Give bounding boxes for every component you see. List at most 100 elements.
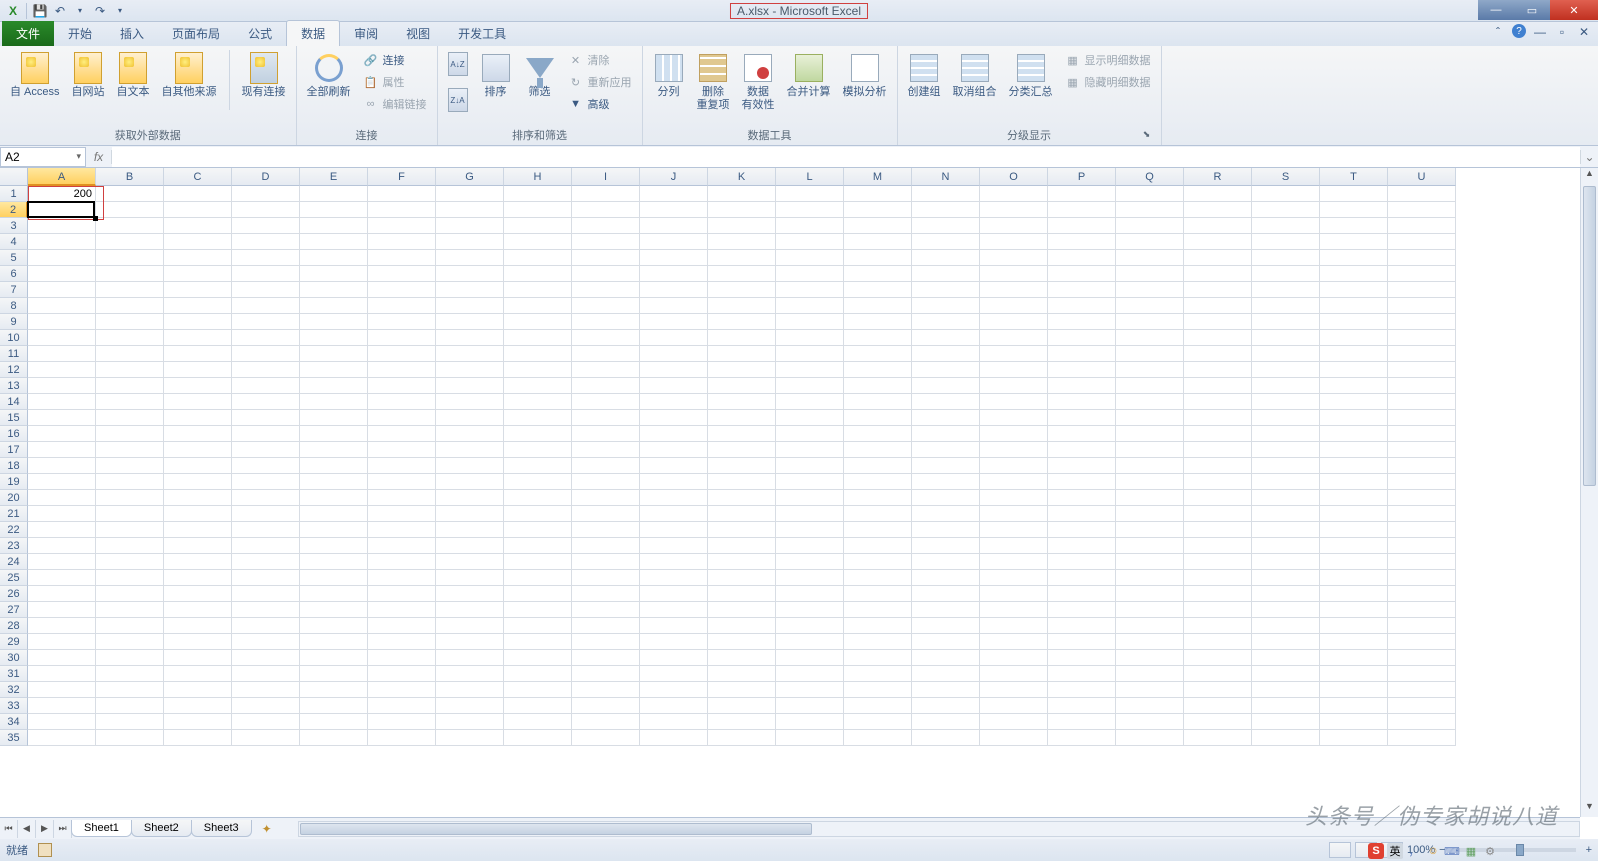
- ime-punct-icon[interactable]: ，: [1406, 843, 1422, 859]
- cell-H17[interactable]: [504, 442, 572, 458]
- cell-T16[interactable]: [1320, 426, 1388, 442]
- cell-E12[interactable]: [300, 362, 368, 378]
- macro-record-icon[interactable]: [38, 843, 52, 857]
- cell-G20[interactable]: [436, 490, 504, 506]
- cell-A9[interactable]: [28, 314, 96, 330]
- cell-Q27[interactable]: [1116, 602, 1184, 618]
- cell-K1[interactable]: [708, 186, 776, 202]
- cell-D6[interactable]: [232, 266, 300, 282]
- cell-S8[interactable]: [1252, 298, 1320, 314]
- cell-Q11[interactable]: [1116, 346, 1184, 362]
- cell-F17[interactable]: [368, 442, 436, 458]
- cell-S12[interactable]: [1252, 362, 1320, 378]
- cell-P18[interactable]: [1048, 458, 1116, 474]
- sort-za-button[interactable]: Z↓A: [444, 86, 472, 114]
- cell-Q23[interactable]: [1116, 538, 1184, 554]
- cell-L9[interactable]: [776, 314, 844, 330]
- cell-R18[interactable]: [1184, 458, 1252, 474]
- cell-J2[interactable]: [640, 202, 708, 218]
- cell-H31[interactable]: [504, 666, 572, 682]
- cell-C15[interactable]: [164, 410, 232, 426]
- cell-Q15[interactable]: [1116, 410, 1184, 426]
- cell-L27[interactable]: [776, 602, 844, 618]
- cell-K3[interactable]: [708, 218, 776, 234]
- cell-J15[interactable]: [640, 410, 708, 426]
- row-header-23[interactable]: 23: [0, 538, 28, 554]
- cell-U4[interactable]: [1388, 234, 1456, 250]
- cell-C35[interactable]: [164, 730, 232, 746]
- cell-F30[interactable]: [368, 650, 436, 666]
- cell-I30[interactable]: [572, 650, 640, 666]
- cell-H20[interactable]: [504, 490, 572, 506]
- cell-P25[interactable]: [1048, 570, 1116, 586]
- cell-L13[interactable]: [776, 378, 844, 394]
- cell-L21[interactable]: [776, 506, 844, 522]
- cell-N4[interactable]: [912, 234, 980, 250]
- cell-G28[interactable]: [436, 618, 504, 634]
- cell-F24[interactable]: [368, 554, 436, 570]
- cell-I27[interactable]: [572, 602, 640, 618]
- cell-N18[interactable]: [912, 458, 980, 474]
- cell-M31[interactable]: [844, 666, 912, 682]
- cell-A5[interactable]: [28, 250, 96, 266]
- cell-K32[interactable]: [708, 682, 776, 698]
- cell-G25[interactable]: [436, 570, 504, 586]
- cell-T30[interactable]: [1320, 650, 1388, 666]
- cell-A30[interactable]: [28, 650, 96, 666]
- cell-H10[interactable]: [504, 330, 572, 346]
- cell-H16[interactable]: [504, 426, 572, 442]
- save-icon[interactable]: 💾: [31, 2, 49, 20]
- cell-F3[interactable]: [368, 218, 436, 234]
- cell-C13[interactable]: [164, 378, 232, 394]
- cell-C28[interactable]: [164, 618, 232, 634]
- cell-B1[interactable]: [96, 186, 164, 202]
- zoom-in-button[interactable]: +: [1586, 844, 1592, 856]
- cell-D21[interactable]: [232, 506, 300, 522]
- cell-Q2[interactable]: [1116, 202, 1184, 218]
- formula-input[interactable]: [112, 147, 1580, 167]
- cell-U12[interactable]: [1388, 362, 1456, 378]
- sheet-tab-sheet1[interactable]: Sheet1: [71, 820, 132, 837]
- cell-L32[interactable]: [776, 682, 844, 698]
- cell-A28[interactable]: [28, 618, 96, 634]
- cell-F16[interactable]: [368, 426, 436, 442]
- cell-M30[interactable]: [844, 650, 912, 666]
- cell-G14[interactable]: [436, 394, 504, 410]
- cell-B25[interactable]: [96, 570, 164, 586]
- cell-B34[interactable]: [96, 714, 164, 730]
- cell-L7[interactable]: [776, 282, 844, 298]
- cell-N23[interactable]: [912, 538, 980, 554]
- cell-L3[interactable]: [776, 218, 844, 234]
- cell-P19[interactable]: [1048, 474, 1116, 490]
- cell-C5[interactable]: [164, 250, 232, 266]
- cell-P9[interactable]: [1048, 314, 1116, 330]
- cell-D16[interactable]: [232, 426, 300, 442]
- cell-U29[interactable]: [1388, 634, 1456, 650]
- cell-N31[interactable]: [912, 666, 980, 682]
- cell-I23[interactable]: [572, 538, 640, 554]
- cell-S7[interactable]: [1252, 282, 1320, 298]
- from-access-button[interactable]: 自 Access: [6, 50, 64, 101]
- cell-K15[interactable]: [708, 410, 776, 426]
- cell-F27[interactable]: [368, 602, 436, 618]
- cell-D25[interactable]: [232, 570, 300, 586]
- cell-A19[interactable]: [28, 474, 96, 490]
- cell-G7[interactable]: [436, 282, 504, 298]
- cell-S28[interactable]: [1252, 618, 1320, 634]
- cell-E19[interactable]: [300, 474, 368, 490]
- cell-R19[interactable]: [1184, 474, 1252, 490]
- cell-P2[interactable]: [1048, 202, 1116, 218]
- cell-N10[interactable]: [912, 330, 980, 346]
- cell-R27[interactable]: [1184, 602, 1252, 618]
- cell-Q4[interactable]: [1116, 234, 1184, 250]
- cell-K10[interactable]: [708, 330, 776, 346]
- cell-K25[interactable]: [708, 570, 776, 586]
- cell-D31[interactable]: [232, 666, 300, 682]
- cell-T35[interactable]: [1320, 730, 1388, 746]
- row-header-4[interactable]: 4: [0, 234, 28, 250]
- cell-C19[interactable]: [164, 474, 232, 490]
- cell-D1[interactable]: [232, 186, 300, 202]
- cell-Q17[interactable]: [1116, 442, 1184, 458]
- cell-B18[interactable]: [96, 458, 164, 474]
- cell-D9[interactable]: [232, 314, 300, 330]
